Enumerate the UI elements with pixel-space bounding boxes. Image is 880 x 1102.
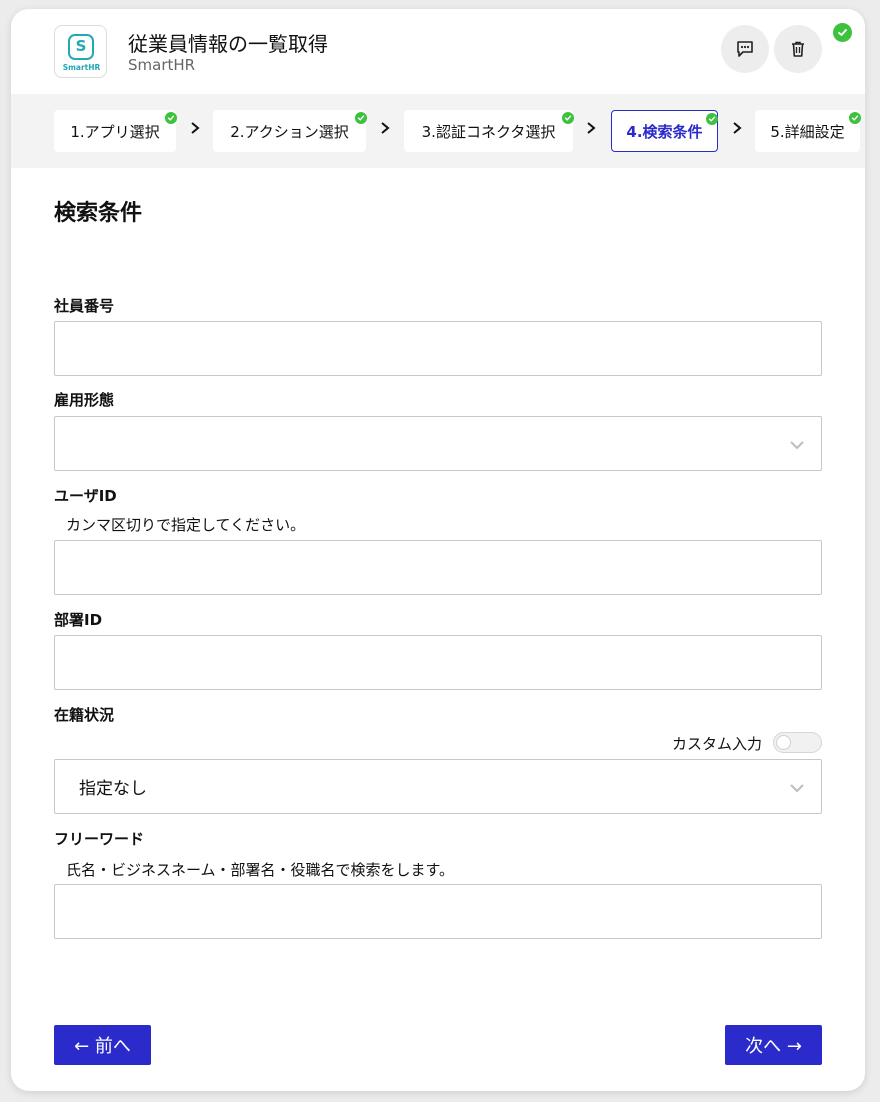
check-icon xyxy=(849,112,861,124)
stepper: 1.アプリ選択 2.アクション選択 3.認証コネクタ選択 4.検索条件 5.詳細… xyxy=(11,94,865,168)
step-label: 5.詳細設定 xyxy=(770,122,845,141)
user-id-label: ユーザID xyxy=(54,487,117,505)
step-label: 4.検索条件 xyxy=(626,122,703,141)
status-check-icon xyxy=(833,23,852,42)
check-icon xyxy=(562,112,574,124)
employment-type-select[interactable] xyxy=(54,416,822,471)
trash-icon xyxy=(792,41,804,57)
step-search-conditions[interactable]: 4.検索条件 xyxy=(611,110,718,152)
form-card: S SmartHR 従業員情報の一覧取得 SmartHR 1.アプリ選択 2.ア… xyxy=(11,9,865,1091)
app-name: SmartHR xyxy=(128,56,196,74)
step-label: 3.認証コネクタ選択 xyxy=(421,122,556,141)
chevron-right-icon xyxy=(587,122,596,134)
user-id-input[interactable] xyxy=(54,540,822,595)
check-icon xyxy=(706,113,718,125)
delete-button[interactable] xyxy=(774,25,822,73)
free-word-help: 氏名・ビジネスネーム・部署名・役職名で検索をします。 xyxy=(66,861,455,879)
free-word-label: フリーワード xyxy=(54,830,145,848)
department-id-label: 部署ID xyxy=(54,611,103,629)
next-button[interactable]: 次へ → xyxy=(725,1025,822,1065)
employment-status-value: 指定なし xyxy=(79,779,147,799)
employment-status-label: 在籍状況 xyxy=(54,706,115,724)
free-word-input[interactable] xyxy=(54,884,822,939)
check-icon xyxy=(355,112,367,124)
employment-status-select[interactable]: 指定なし xyxy=(54,759,822,814)
smarthr-logo: S SmartHR xyxy=(54,25,107,78)
header: S SmartHR 従業員情報の一覧取得 SmartHR xyxy=(11,9,865,94)
step-detail-settings[interactable]: 5.詳細設定 xyxy=(755,110,861,152)
step-label: 1.アプリ選択 xyxy=(70,122,160,141)
section-title: 検索条件 xyxy=(54,201,143,226)
chevron-right-icon xyxy=(381,122,390,134)
chevron-down-icon xyxy=(790,784,804,793)
user-id-help: カンマ区切りで指定してください。 xyxy=(66,516,306,534)
custom-input-toggle[interactable] xyxy=(773,732,822,753)
step-action-select[interactable]: 2.アクション選択 xyxy=(213,110,367,152)
step-connector-select[interactable]: 3.認証コネクタ選択 xyxy=(404,110,574,152)
department-id-input[interactable] xyxy=(54,635,822,690)
step-label: 2.アクション選択 xyxy=(230,122,349,141)
chevron-right-icon xyxy=(191,122,200,134)
prev-button[interactable]: ← 前へ xyxy=(54,1025,151,1065)
toggle-knob xyxy=(776,735,791,750)
check-icon xyxy=(165,112,177,124)
employee-number-label: 社員番号 xyxy=(54,297,115,315)
employment-type-label: 雇用形態 xyxy=(54,391,115,409)
step-app-select[interactable]: 1.アプリ選択 xyxy=(54,110,177,152)
custom-input-label: カスタム入力 xyxy=(672,735,763,753)
smarthr-logo-text: SmartHR xyxy=(62,63,101,72)
smarthr-logo-mark: S xyxy=(68,34,94,60)
comment-icon xyxy=(737,41,753,57)
comment-button[interactable] xyxy=(721,25,769,73)
page-title: 従業員情報の一覧取得 xyxy=(128,32,328,56)
chevron-right-icon xyxy=(733,122,742,134)
employee-number-input[interactable] xyxy=(54,321,822,376)
chevron-down-icon xyxy=(790,441,804,450)
